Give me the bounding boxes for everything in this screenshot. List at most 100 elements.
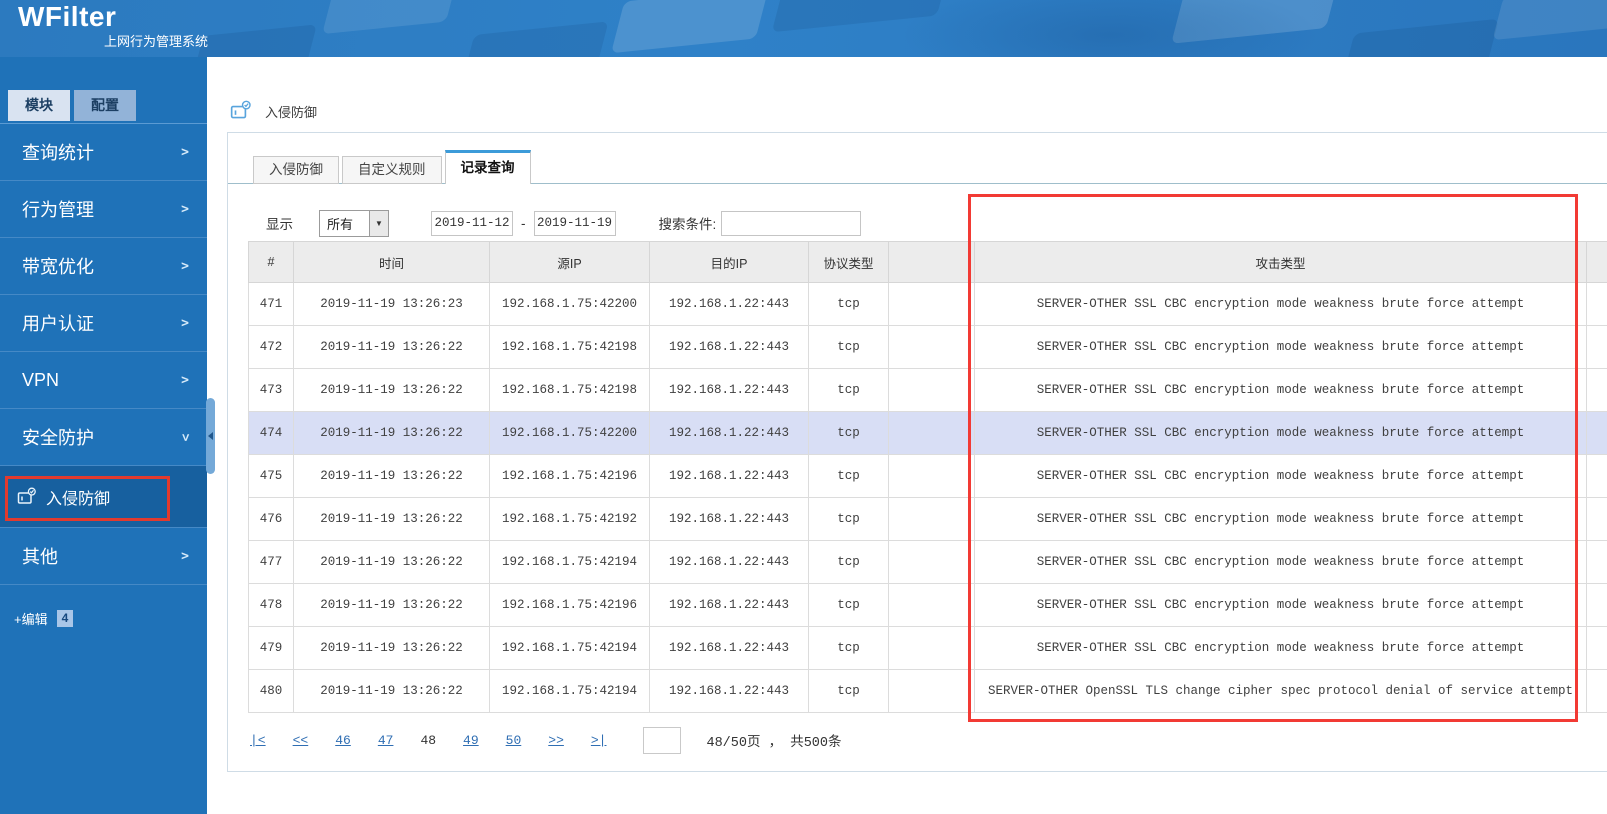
- stamp-check-icon: [17, 487, 37, 507]
- cell-time: 2019-11-19 13:26:22: [293, 497, 490, 541]
- chevron-right-icon: >: [181, 258, 189, 274]
- pagination-first[interactable]: |<: [250, 733, 266, 748]
- sidebar-edit-link[interactable]: +编辑 4: [0, 609, 207, 628]
- table-row[interactable]: 480 2019-11-19 13:26:22 192.168.1.75:421…: [248, 669, 1607, 713]
- cell-dest-ip: 192.168.1.22:443: [649, 583, 809, 627]
- column-header-time: 时间: [293, 241, 490, 283]
- cell-attack-type: SERVER-OTHER SSL CBC encryption mode wea…: [974, 454, 1587, 498]
- date-to-input[interactable]: [533, 210, 616, 236]
- table-row[interactable]: 472 2019-11-19 13:26:22 192.168.1.75:421…: [248, 325, 1607, 369]
- date-from-input[interactable]: [431, 210, 513, 236]
- cell-time: 2019-11-19 13:26:22: [293, 626, 490, 670]
- pagination-last[interactable]: >|: [591, 733, 607, 748]
- pagination-next[interactable]: >>: [548, 733, 564, 748]
- sidebar-item-behavior-mgmt[interactable]: 行为管理 >: [0, 181, 207, 238]
- cell-source-ip: 192.168.1.75:42194: [489, 669, 650, 713]
- cell-dest-ip: 192.168.1.22:443: [649, 411, 809, 455]
- cell-empty: [1586, 626, 1607, 670]
- date-range-separator: -: [521, 215, 526, 231]
- cell-empty: [888, 669, 975, 713]
- cell-empty: [888, 540, 975, 584]
- cell-attack-type: SERVER-OTHER SSL CBC encryption mode wea…: [974, 626, 1587, 670]
- left-arrow-icon: [208, 432, 213, 440]
- sidebar-item-bandwidth-opt[interactable]: 带宽优化 >: [0, 238, 207, 295]
- cell-index: 479: [248, 626, 294, 670]
- pagination-page-50[interactable]: 50: [506, 733, 522, 748]
- display-select-value: 所有: [327, 216, 354, 232]
- column-header-empty: [888, 241, 975, 283]
- cell-dest-ip: 192.168.1.22:443: [649, 540, 809, 584]
- table-row[interactable]: 478 2019-11-19 13:26:22 192.168.1.75:421…: [248, 583, 1607, 627]
- tab-intrusion-prevention[interactable]: 入侵防御: [253, 156, 339, 184]
- cell-time: 2019-11-19 13:26:23: [293, 282, 490, 326]
- cell-empty: [888, 497, 975, 541]
- cell-protocol: tcp: [808, 411, 889, 455]
- app-header: WFilter 上网行为管理系统: [0, 0, 1607, 57]
- column-header-empty: [1586, 241, 1607, 283]
- chevron-right-icon: >: [181, 372, 189, 388]
- cell-index: 471: [248, 282, 294, 326]
- tab-custom-rules[interactable]: 自定义规则: [342, 156, 442, 184]
- table-row[interactable]: 476 2019-11-19 13:26:22 192.168.1.75:421…: [248, 497, 1607, 541]
- table-row[interactable]: 479 2019-11-19 13:26:22 192.168.1.75:421…: [248, 626, 1607, 670]
- cell-index: 477: [248, 540, 294, 584]
- search-input[interactable]: [721, 210, 862, 236]
- pagination-page-46[interactable]: 46: [335, 733, 351, 748]
- cell-empty: [1586, 368, 1607, 412]
- cell-empty: [1586, 282, 1607, 326]
- pagination-page-47[interactable]: 47: [378, 733, 394, 748]
- main-content: 入侵防御 入侵防御 自定义规则 记录查询 显示 所有 ▼ - 搜索条件:: [207, 57, 1607, 814]
- cell-attack-type: SERVER-OTHER SSL CBC encryption mode wea…: [974, 497, 1587, 541]
- table-row[interactable]: 471 2019-11-19 13:26:23 192.168.1.75:422…: [248, 282, 1607, 326]
- stamp-check-icon: [230, 100, 252, 122]
- cell-dest-ip: 192.168.1.22:443: [649, 454, 809, 498]
- cell-protocol: tcp: [808, 497, 889, 541]
- column-header-index: #: [248, 241, 294, 283]
- chevron-right-icon: >: [181, 548, 189, 564]
- pagination-page-49[interactable]: 49: [463, 733, 479, 748]
- cell-protocol: tcp: [808, 583, 889, 627]
- cell-empty: [888, 454, 975, 498]
- sidebar-collapse-handle[interactable]: [206, 398, 215, 474]
- cell-protocol: tcp: [808, 454, 889, 498]
- cell-source-ip: 192.168.1.75:42192: [489, 497, 650, 541]
- app-logo: WFilter: [18, 1, 117, 32]
- sidebar-item-intrusion-prevention[interactable]: 入侵防御: [0, 466, 207, 528]
- table-row[interactable]: 477 2019-11-19 13:26:22 192.168.1.75:421…: [248, 540, 1607, 584]
- sidebar-item-user-auth[interactable]: 用户认证 >: [0, 295, 207, 352]
- sidebar-item-label: 安全防护: [22, 428, 94, 448]
- display-select[interactable]: 所有 ▼: [319, 209, 389, 237]
- cell-index: 472: [248, 325, 294, 369]
- sidebar: 模块 配置 查询统计 > 行为管理 > 带宽优化 > 用户认证 > VPN > …: [0, 57, 207, 814]
- app-subtitle: 上网行为管理系统: [104, 34, 209, 49]
- pagination-prev[interactable]: <<: [293, 733, 309, 748]
- sidebar-item-label: 带宽优化: [22, 257, 94, 277]
- table-row[interactable]: 473 2019-11-19 13:26:22 192.168.1.75:421…: [248, 368, 1607, 412]
- cell-time: 2019-11-19 13:26:22: [293, 583, 490, 627]
- sidebar-tab-modules[interactable]: 模块: [8, 90, 70, 121]
- cell-time: 2019-11-19 13:26:22: [293, 454, 490, 498]
- sidebar-tab-config[interactable]: 配置: [74, 90, 136, 121]
- sidebar-item-query-stats[interactable]: 查询统计 >: [0, 124, 207, 181]
- cell-empty: [1586, 325, 1607, 369]
- dropdown-arrow-icon[interactable]: ▼: [369, 210, 388, 236]
- cell-time: 2019-11-19 13:26:22: [293, 669, 490, 713]
- cell-source-ip: 192.168.1.75:42198: [489, 368, 650, 412]
- chevron-right-icon: >: [181, 144, 189, 160]
- pagination-page-input[interactable]: [643, 726, 682, 754]
- table-row[interactable]: 475 2019-11-19 13:26:22 192.168.1.75:421…: [248, 454, 1607, 498]
- cell-attack-type: SERVER-OTHER SSL CBC encryption mode wea…: [974, 411, 1587, 455]
- cell-empty: [888, 411, 975, 455]
- table-row-selected[interactable]: 474 2019-11-19 13:26:22 192.168.1.75:422…: [248, 411, 1607, 455]
- tab-record-query[interactable]: 记录查询: [444, 150, 531, 184]
- sidebar-item-vpn[interactable]: VPN >: [0, 352, 207, 409]
- cell-empty: [888, 583, 975, 627]
- page-title: 入侵防御: [265, 104, 318, 120]
- cell-index: 480: [248, 669, 294, 713]
- pagination: |< << 46 47 48 49 50 >> >| 48/50页 ， 共500…: [250, 725, 842, 755]
- sidebar-item-other[interactable]: 其他 >: [0, 528, 207, 585]
- sidebar-item-security[interactable]: 安全防护 >: [0, 409, 207, 466]
- cell-attack-type: SERVER-OTHER SSL CBC encryption mode wea…: [974, 583, 1587, 627]
- column-header-attack-type: 攻击类型: [974, 241, 1587, 283]
- column-header-source-ip: 源IP: [489, 241, 650, 283]
